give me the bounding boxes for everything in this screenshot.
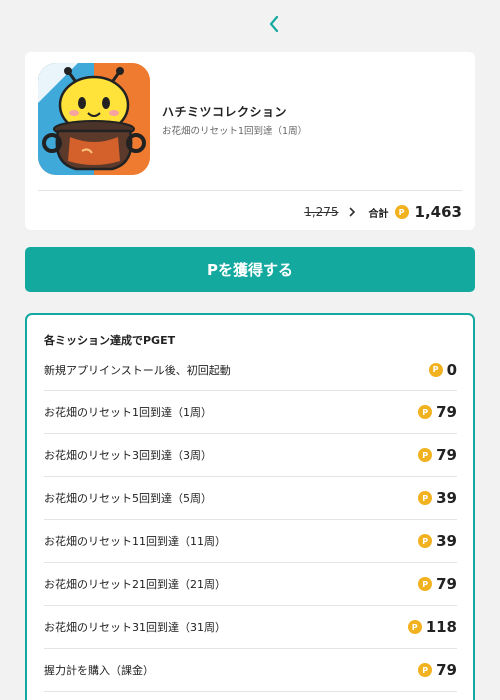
coin-icon: P [418,491,433,505]
mission-reward: P 39 [418,489,457,507]
app-name: ハチミツコレクション [162,105,288,119]
back-button[interactable] [262,10,286,38]
mission-points: 0 [446,360,457,379]
mission-points: 79 [436,575,457,593]
mission-reward: P 79 [418,403,457,421]
missions-title: 各ミッション達成でPGET [44,334,176,347]
total-value: 1,463 [414,203,462,221]
mission-label: お花畑のリセット5回到達（5周） [44,492,212,505]
mission-reward: P 79 [418,661,457,679]
mission-points: 79 [436,403,457,421]
coin-icon: P [407,620,422,634]
app-subtitle: お花畑のリセット1回到達（1周） [162,126,308,137]
mission-item: 握力計を購入（課金） P 79 [44,649,457,692]
app-icon [38,63,150,175]
mission-label: お花畑のリセット1回到達（1周） [44,406,212,419]
mission-points: 39 [436,489,457,507]
mission-points: 79 [436,661,457,679]
coin-icon: P [418,405,433,419]
mission-reward: P 79 [418,446,457,464]
mission-item: お花畑のリセット3回到達（3周） P 79 [44,434,457,477]
divider [38,190,462,191]
coin-icon: P [418,663,433,677]
mission-item: お花畑のリセット21回到達（21周） P 79 [44,563,457,606]
get-points-button[interactable]: Pを獲得する [25,247,475,292]
mission-points: 79 [436,446,457,464]
coin-icon: P [418,577,433,591]
coin-icon: P [428,362,443,377]
mission-label: お花畑のリセット11回到達（11周） [44,535,226,548]
mission-reward: P 0 [428,360,457,379]
mission-label: 新規アプリインストール後、初回起動 [44,363,231,377]
chevron-left-icon [269,15,279,33]
missions-panel: 各ミッション達成でPGET 新規アプリインストール後、初回起動 P 0 お花畑の… [25,313,475,700]
mission-label: お花畑のリセット21回到達（21周） [44,578,226,591]
mission-item: お花畑のリセット11回到達（11周） P 39 [44,520,457,563]
mission-points: 118 [425,618,457,636]
mission-list: 新規アプリインストール後、初回起動 P 0 お花畑のリセット1回到達（1周） P… [44,349,457,692]
mission-reward: P 118 [407,618,457,636]
price-row: 1,275 合計 P 1,463 [304,200,462,224]
mission-item: お花畑のリセット1回到達（1周） P 79 [44,391,457,434]
old-price: 1,275 [304,205,339,219]
mission-reward: P 39 [418,532,457,550]
mission-label: お花畑のリセット3回到達（3周） [44,449,212,462]
coin-icon: P [418,448,433,462]
mission-item: お花畑のリセット31回到達（31周） P 118 [44,606,457,649]
app-card: ハチミツコレクション お花畑のリセット1回到達（1周） 1,275 合計 P 1… [25,52,475,230]
total-label: 合計 [368,208,389,220]
mission-points: 39 [436,532,457,550]
coin-icon: P [394,205,409,219]
coin-icon: P [418,534,433,548]
mission-item: お花畑のリセット5回到達（5周） P 39 [44,477,457,520]
mission-item: 新規アプリインストール後、初回起動 P 0 [44,349,457,391]
mission-label: お花畑のリセット31回到達（31周） [44,621,226,634]
mission-reward: P 79 [418,575,457,593]
mission-label: 握力計を購入（課金） [44,664,154,677]
chevron-right-icon [345,205,359,219]
